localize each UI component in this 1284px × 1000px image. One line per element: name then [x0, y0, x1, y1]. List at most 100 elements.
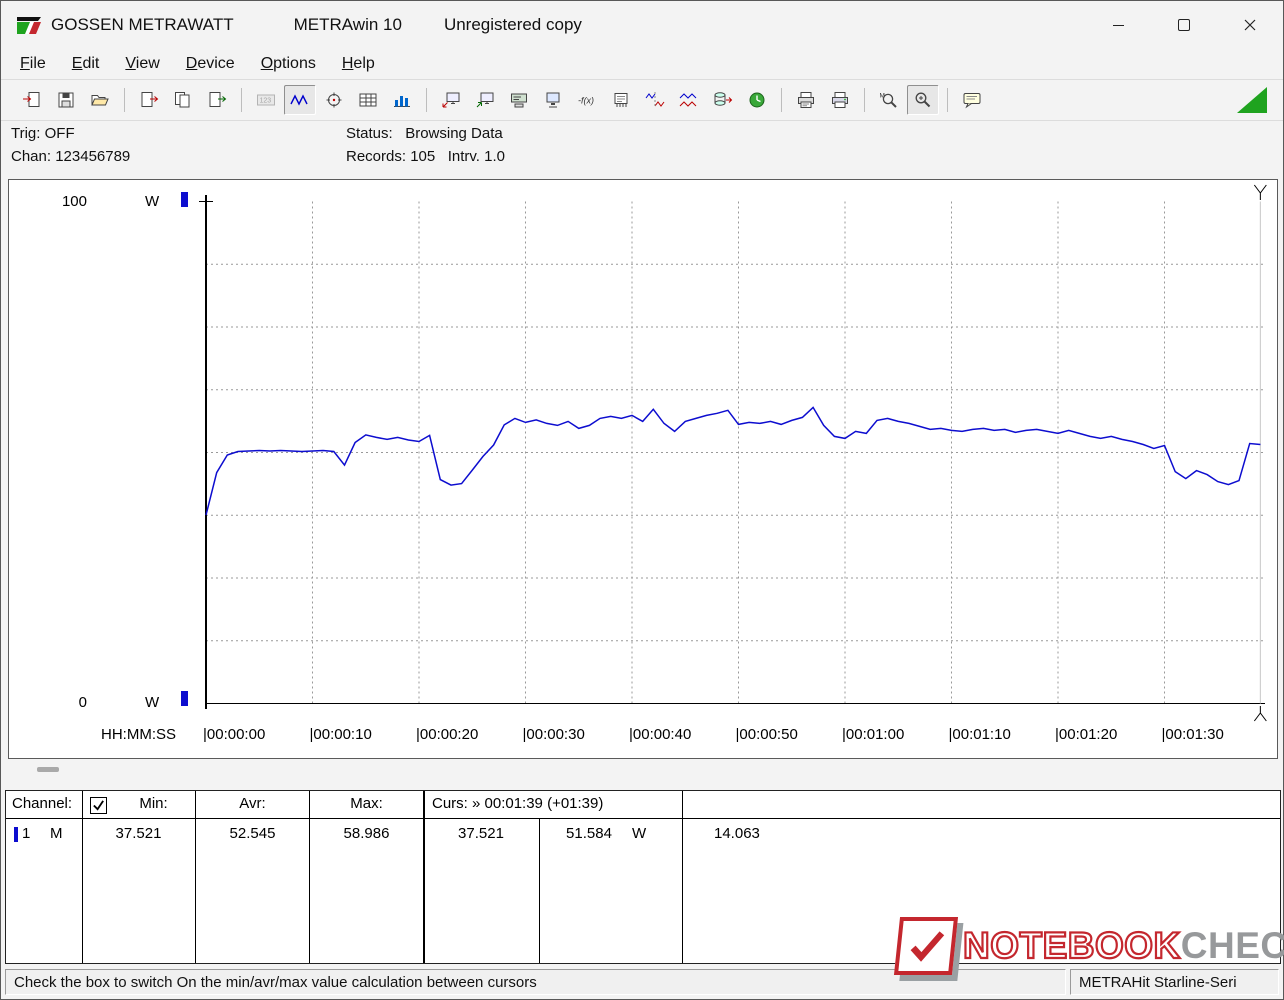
status-hint: Check the box to switch On the min/avr/m… — [14, 973, 537, 991]
minimize-button[interactable] — [1085, 1, 1151, 49]
status-hint-panel: Check the box to switch On the min/avr/m… — [5, 969, 1066, 995]
status-info: Status: Browsing Data — [346, 125, 503, 142]
power-curve-plot[interactable] — [9, 180, 1277, 758]
col-header-avr: Avr: — [239, 795, 266, 812]
menu-device[interactable]: Device — [173, 52, 248, 76]
channel-pair-button[interactable] — [673, 85, 705, 115]
channel-checkbox[interactable] — [90, 797, 107, 814]
menu-options[interactable]: Options — [248, 52, 329, 76]
import-file-button[interactable] — [16, 85, 48, 115]
table-divider — [195, 791, 196, 963]
export-file-button[interactable] — [201, 85, 233, 115]
window-controls — [1085, 1, 1283, 49]
export-database-button[interactable] — [707, 85, 739, 115]
table-divider — [682, 791, 683, 963]
channel-pair-icon — [679, 91, 699, 109]
zoom-mode-button[interactable]: M — [873, 85, 905, 115]
x-tick-label: |00:00:20 — [416, 726, 479, 743]
print-icon — [830, 91, 850, 109]
copy-chart-icon — [139, 91, 159, 109]
x-tick-label: |00:01:20 — [1055, 726, 1118, 743]
menu-file[interactable]: File — [7, 52, 59, 76]
view-curve-chart-button[interactable] — [284, 85, 316, 115]
device-monitor-button[interactable] — [605, 85, 637, 115]
cell-channel-number: 1 — [22, 825, 31, 842]
checkmark-icon — [93, 800, 104, 811]
x-tick-label: |00:00:30 — [522, 726, 585, 743]
cell-delta: 14.063 — [714, 825, 760, 842]
app-title: GOSSEN METRAWATT — [51, 15, 234, 34]
minimize-icon — [1112, 24, 1124, 26]
save-file-icon — [56, 91, 76, 109]
copy-chart-button[interactable] — [133, 85, 165, 115]
export-database-icon — [713, 91, 733, 109]
view-analog-meter-button[interactable] — [318, 85, 350, 115]
channel-info: Chan: 123456789 — [11, 148, 131, 165]
view-curve-chart-icon — [290, 91, 310, 109]
acquisition-info: Trig: OFF Chan: 123456789 Status: Browsi… — [1, 119, 1283, 179]
device-model: METRAHit Starline-Seri — [1079, 973, 1237, 991]
records-info: Records: 105 Intrv. 1.0 — [346, 148, 505, 165]
interval-timer-button[interactable] — [741, 85, 773, 115]
toolbar-separator — [781, 88, 782, 112]
x-tick-label: |00:01:00 — [842, 726, 905, 743]
channel-color-marker-top — [181, 192, 188, 207]
license-note: Unregistered copy — [443, 15, 582, 34]
channel-color-bar — [14, 827, 18, 842]
menu-view[interactable]: View — [112, 52, 172, 76]
toolbar-separator — [864, 88, 865, 112]
view-data-table-button[interactable] — [352, 85, 384, 115]
view-data-table-icon — [358, 91, 378, 109]
table-header-divider — [6, 818, 1280, 819]
menu-help[interactable]: Help — [329, 52, 388, 76]
cell-unit: W — [632, 825, 647, 842]
pc-online-monitor-button[interactable] — [537, 85, 569, 115]
view-digital-display-button: 123 — [250, 85, 282, 115]
x-tick-label: |00:00:10 — [309, 726, 372, 743]
channel-split-icon — [645, 91, 665, 109]
title-bar: GOSSEN METRAWATT METRAwin 10 Unregistere… — [1, 1, 1283, 49]
device-display-config-button[interactable] — [503, 85, 535, 115]
open-file-button[interactable] — [84, 85, 116, 115]
chart-panel[interactable]: 100 W 0 W HH:MM:SS |00:00:00 |00:00:10 |00:… — [8, 179, 1278, 759]
annotation-icon — [962, 91, 982, 109]
col-header-max: Max: — [350, 795, 383, 812]
toolbar: 123 -f(x) M — [1, 79, 1283, 121]
annotation-button[interactable] — [956, 85, 988, 115]
print-button[interactable] — [824, 85, 856, 115]
channel-color-marker-bottom — [181, 691, 188, 706]
device-monitor-icon — [611, 91, 631, 109]
maximize-button[interactable] — [1151, 1, 1217, 49]
view-digital-display-icon: 123 — [256, 91, 276, 109]
save-file-button[interactable] — [50, 85, 82, 115]
x-tick-label: |00:00:40 — [629, 726, 692, 743]
print-preview-button[interactable] — [790, 85, 822, 115]
interval-timer-icon — [747, 91, 767, 109]
maximize-icon — [1178, 19, 1190, 31]
cell-min: 37.521 — [115, 825, 162, 842]
cell-max: 58.986 — [343, 825, 390, 842]
menu-edit[interactable]: Edit — [59, 52, 113, 76]
h-scrollbar-thumb[interactable] — [37, 767, 59, 772]
table-divider — [309, 791, 310, 963]
cell-cursor2: 51.584 — [566, 825, 612, 842]
zoom-in-button[interactable] — [907, 85, 939, 115]
formula-button[interactable]: -f(x) — [571, 85, 603, 115]
app-window: GOSSEN METRAWATT METRAwin 10 Unregistere… — [0, 0, 1284, 1000]
channel-split-button[interactable] — [639, 85, 671, 115]
view-histogram-button[interactable] — [386, 85, 418, 115]
cell-cursor1: 37.521 — [458, 825, 504, 842]
x-axis-format-label: HH:MM:SS — [101, 726, 176, 743]
close-button[interactable] — [1217, 1, 1283, 49]
import-file-icon — [22, 91, 42, 109]
device-read-memory-button[interactable] — [469, 85, 501, 115]
formula-icon: -f(x) — [577, 91, 597, 109]
device-read-button[interactable] — [435, 85, 467, 115]
device-read-icon — [441, 91, 461, 109]
device-display-config-icon — [509, 91, 529, 109]
channel-table: Channel: Min: Avr: Max: Curs: » 00:01:39… — [5, 790, 1281, 964]
copy-data-button[interactable] — [167, 85, 199, 115]
trigger-status: Trig: OFF — [11, 125, 75, 142]
cell-avr: 52.545 — [229, 825, 276, 842]
x-axis-labels: HH:MM:SS |00:00:00 |00:00:10 |00:00:20 |00:0… — [9, 726, 1277, 752]
